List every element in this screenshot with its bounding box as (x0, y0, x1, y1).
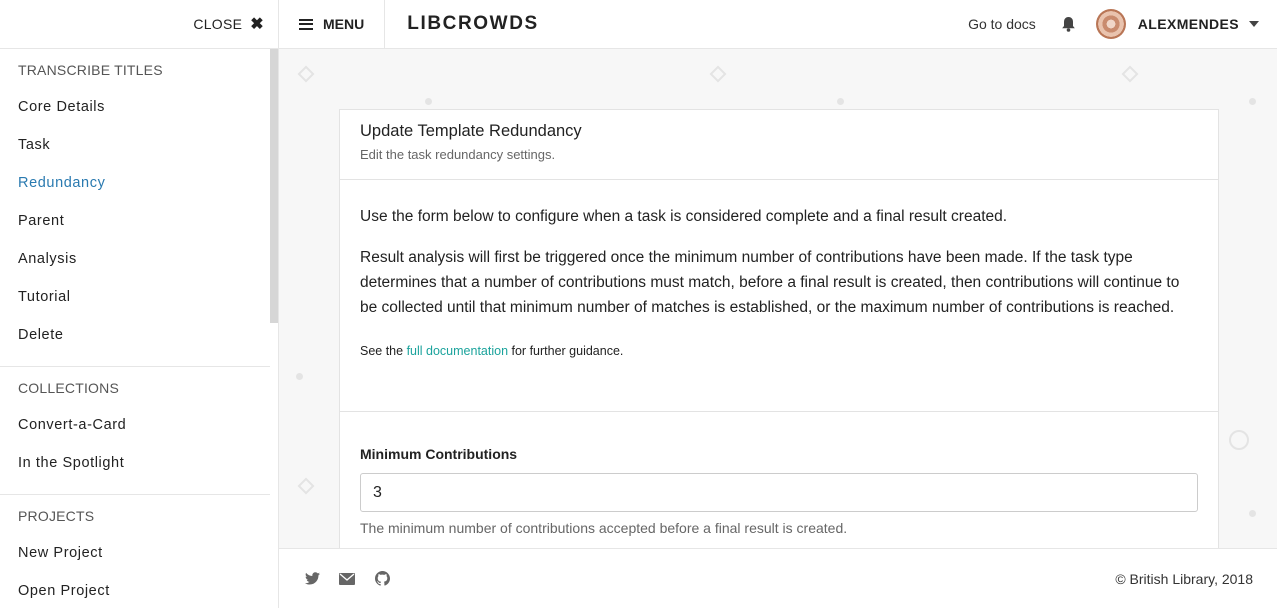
username-dropdown[interactable]: ALEXMENDES (1138, 16, 1239, 32)
sidebar-item-redundancy[interactable]: Redundancy (18, 164, 270, 202)
avatar[interactable] (1095, 9, 1126, 39)
sidebar-item-new-project[interactable]: New Project (18, 534, 270, 572)
sidebar-item-core-details[interactable]: Core Details (18, 88, 270, 126)
sidebar-section-transcribe-titles: TRANSCRIBE TITLES Core Details Task Redu… (0, 49, 270, 367)
background-diamond (1121, 65, 1139, 83)
sidebar-section-collections: COLLECTIONS Convert-a-Card In the Spotli… (0, 367, 270, 495)
background-dot (837, 98, 844, 105)
close-label: CLOSE (193, 16, 243, 32)
intro-text: Use the form below to configure when a t… (360, 208, 1008, 225)
minimum-contributions-input[interactable] (360, 473, 1198, 512)
menu-label: MENU (323, 16, 365, 32)
top-navbar: MENU LIBCROWDS Go to docs ALEXMENDES (279, 0, 1277, 49)
redundancy-card: Update Template Redundancy Edit the task… (339, 109, 1219, 549)
footer: © British Library, 2018 (279, 548, 1277, 608)
sidebar-section-projects: PROJECTS New Project Open Project (0, 495, 270, 608)
card-description: Use the form below to configure when a t… (340, 180, 1218, 412)
sidebar-item-open-project[interactable]: Open Project (18, 572, 270, 608)
menu-button[interactable]: MENU (279, 0, 386, 49)
background-diamond (709, 65, 727, 83)
sidebar-nav: TRANSCRIBE TITLES Core Details Task Redu… (0, 49, 270, 608)
sidebar-item-in-the-spotlight[interactable]: In the Spotlight (18, 444, 270, 482)
minimum-contributions-label: Minimum Contributions (360, 446, 518, 462)
page-title: Update Template Redundancy (360, 122, 582, 140)
sidebar-item-analysis[interactable]: Analysis (18, 240, 270, 278)
docs-note: See the full documentation for further g… (360, 344, 1198, 358)
full-documentation-link[interactable]: full documentation (407, 344, 508, 358)
background-diamond (297, 477, 315, 495)
close-sidebar-button[interactable]: CLOSE ✖ (193, 14, 264, 34)
background-ring (1229, 430, 1249, 450)
sidebar-item-tutorial[interactable]: Tutorial (18, 278, 270, 316)
twitter-icon[interactable] (303, 570, 321, 588)
sidebar-header: CLOSE ✖ (0, 0, 278, 49)
sidebar-item-task[interactable]: Task (18, 126, 270, 164)
hamburger-icon (299, 18, 313, 30)
background-dot (1249, 98, 1256, 105)
github-icon[interactable] (373, 570, 391, 588)
docs-link[interactable]: Go to docs (968, 16, 1036, 32)
email-icon[interactable] (338, 570, 356, 588)
details-text: Result analysis will first be triggered … (360, 249, 1180, 316)
sidebar-item-delete[interactable]: Delete (18, 316, 270, 354)
minimum-contributions-help: The minimum number of contributions acce… (360, 520, 848, 536)
chevron-down-icon[interactable] (1249, 21, 1259, 27)
sidebar-scrollbar[interactable] (270, 49, 278, 323)
brand-logo[interactable]: LIBCROWDS (407, 13, 539, 35)
sidebar-item-convert-a-card[interactable]: Convert-a-Card (18, 406, 270, 444)
sidebar-item-parent[interactable]: Parent (18, 202, 270, 240)
bell-icon[interactable] (1060, 15, 1078, 33)
background-dot (296, 373, 303, 380)
sidebar: CLOSE ✖ TRANSCRIBE TITLES Core Details T… (0, 0, 279, 608)
card-header: Update Template Redundancy Edit the task… (340, 110, 1218, 180)
sidebar-heading: PROJECTS (18, 508, 95, 524)
background-diamond (297, 65, 315, 83)
close-icon: ✖ (250, 16, 264, 33)
sidebar-heading: TRANSCRIBE TITLES (18, 62, 163, 78)
page-subtitle: Edit the task redundancy settings. (360, 147, 556, 162)
sidebar-heading: COLLECTIONS (18, 380, 119, 396)
copyright-text: © British Library, 2018 (1115, 570, 1253, 587)
background-dot (425, 98, 432, 105)
docs-prefix: See the (360, 344, 407, 358)
redundancy-form: Minimum Contributions The minimum number… (340, 412, 1218, 536)
background-dot (1249, 510, 1256, 517)
docs-suffix: for further guidance. (508, 344, 624, 358)
